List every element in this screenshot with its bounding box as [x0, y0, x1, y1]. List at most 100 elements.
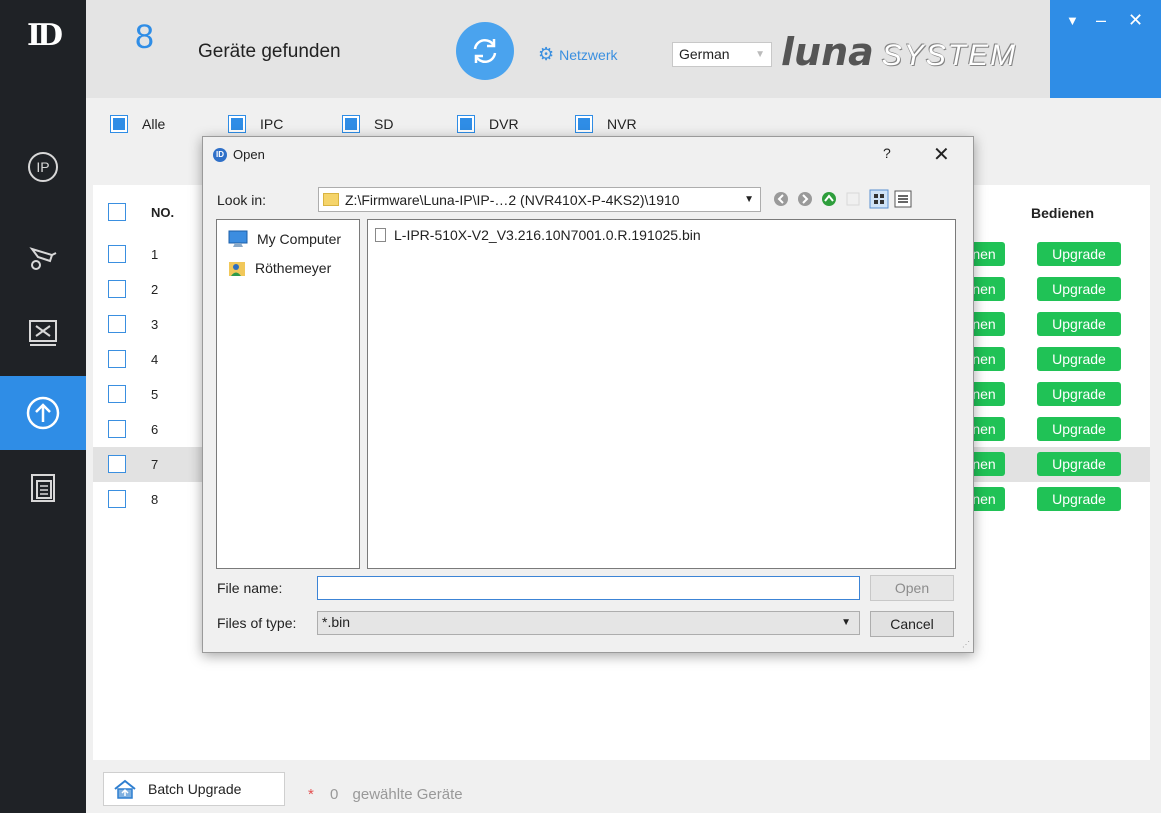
row-checkbox[interactable] — [108, 420, 126, 438]
filter-sd[interactable]: SD — [342, 115, 393, 133]
help-button[interactable]: ? — [883, 145, 891, 161]
filter-ipc[interactable]: IPC — [228, 115, 283, 133]
network-button[interactable]: ⚙ Netzwerk — [538, 44, 618, 65]
upgrade-button[interactable]: Upgrade — [1037, 487, 1121, 511]
row-checkbox[interactable] — [108, 455, 126, 473]
menu-dropdown-icon[interactable]: ▼ — [1066, 13, 1079, 28]
file-name-input[interactable] — [317, 576, 860, 600]
look-in-select[interactable]: Z:\Firmware\Luna-IP\IP-…2 (NVR410X-P-4KS… — [318, 187, 761, 212]
file-item[interactable]: L-IPR-510X-V2_V3.216.10N7001.0.R.191025.… — [375, 227, 701, 243]
back-icon[interactable] — [773, 191, 789, 207]
open-button[interactable]: Open — [870, 575, 954, 601]
sidebar-item-ip[interactable]: IP — [0, 130, 86, 204]
upgrade-button[interactable]: Upgrade — [1037, 452, 1121, 476]
places-panel: My Computer Röthemeyer — [216, 219, 360, 569]
row-number: 5 — [151, 387, 159, 402]
minimize-icon[interactable]: – — [1096, 10, 1106, 31]
checkbox-dvr[interactable] — [457, 115, 475, 133]
filter-label: NVR — [607, 116, 637, 132]
select-all-checkbox[interactable] — [108, 203, 126, 221]
upgrade-button[interactable]: Upgrade — [1037, 312, 1121, 336]
upgrade-icon — [26, 396, 60, 430]
refresh-icon — [473, 39, 497, 63]
files-of-type-value: *.bin — [322, 614, 351, 630]
filter-label: DVR — [489, 116, 519, 132]
computer-icon — [228, 230, 248, 247]
list-view-icon[interactable] — [869, 189, 889, 209]
checkbox-alle[interactable] — [110, 115, 128, 133]
parent-folder-icon[interactable] — [821, 191, 837, 207]
row-number: 1 — [151, 247, 159, 262]
row-checkbox[interactable] — [108, 385, 126, 403]
filter-alle[interactable]: Alle — [110, 115, 165, 133]
upgrade-button[interactable]: Upgrade — [1037, 347, 1121, 371]
refresh-button[interactable] — [456, 22, 514, 80]
required-star: * — [308, 786, 314, 803]
detail-view-icon[interactable] — [893, 189, 913, 209]
language-select[interactable]: German ▼ — [672, 42, 772, 67]
sidebar-item-camera[interactable] — [0, 219, 86, 293]
filter-label: SD — [374, 116, 394, 132]
cancel-button[interactable]: Cancel — [870, 611, 954, 637]
place-my-computer[interactable]: My Computer — [227, 230, 341, 248]
row-number: 8 — [151, 492, 159, 507]
selected-label: gewählte Geräte — [352, 786, 463, 803]
sidebar: ID IP — [0, 0, 86, 813]
header: 8 Geräte gefunden ⚙ Netzwerk German ▼ lu… — [86, 0, 1161, 98]
resize-grip[interactable]: ⋰ — [962, 640, 970, 649]
batch-upgrade-button[interactable]: Batch Upgrade — [103, 772, 285, 806]
checkbox-sd[interactable] — [342, 115, 360, 133]
row-number: 2 — [151, 282, 159, 297]
ip-icon: IP — [28, 152, 58, 182]
bottom-bar: Batch Upgrade * 0 gewählte Geräte — [86, 760, 1161, 813]
upgrade-button[interactable]: Upgrade — [1037, 382, 1121, 406]
new-folder-icon[interactable] — [845, 191, 861, 207]
filter-label: IPC — [260, 116, 284, 132]
chevron-down-icon: ▼ — [755, 49, 765, 60]
chevron-down-icon: ▼ — [841, 617, 851, 628]
look-in-path: Z:\Firmware\Luna-IP\IP-…2 (NVR410X-P-4KS… — [345, 191, 680, 208]
user-folder-icon — [229, 262, 245, 276]
close-window-icon[interactable]: ✕ — [1128, 10, 1143, 31]
sidebar-item-tools[interactable] — [0, 296, 86, 370]
sidebar-item-upgrade[interactable] — [0, 376, 86, 450]
brand-system: SYSTEM — [881, 39, 1018, 72]
upgrade-button[interactable]: Upgrade — [1037, 417, 1121, 441]
forward-icon[interactable] — [797, 191, 813, 207]
upgrade-button[interactable]: Upgrade — [1037, 277, 1121, 301]
row-checkbox[interactable] — [108, 315, 126, 333]
file-item-name: L-IPR-510X-V2_V3.216.10N7001.0.R.191025.… — [394, 227, 701, 243]
home-upgrade-icon — [114, 779, 136, 799]
filter-label: Alle — [142, 116, 166, 132]
file-name-label: File name: — [217, 580, 283, 596]
app-icon: ID — [213, 147, 227, 162]
upgrade-button[interactable]: Upgrade — [1037, 242, 1121, 266]
row-checkbox[interactable] — [108, 245, 126, 263]
filter-dvr[interactable]: DVR — [457, 115, 519, 133]
checkbox-ipc[interactable] — [228, 115, 246, 133]
window-controls: ▼ – ✕ — [1050, 0, 1161, 98]
row-checkbox[interactable] — [108, 350, 126, 368]
svg-text:IP: IP — [36, 159, 49, 175]
row-number: 3 — [151, 317, 159, 332]
close-dialog-button[interactable]: ✕ — [933, 142, 950, 167]
filter-nvr[interactable]: NVR — [575, 115, 637, 133]
language-value: German — [679, 46, 730, 62]
checkbox-nvr[interactable] — [575, 115, 593, 133]
files-of-type-select[interactable]: *.bin ▼ — [317, 611, 860, 635]
open-file-dialog: ID Open ? ✕ Look in: Z:\Firmware\Luna-IP… — [202, 136, 974, 653]
row-number: 7 — [151, 457, 159, 472]
sidebar-item-documents[interactable] — [0, 451, 86, 525]
place-user[interactable]: Röthemeyer — [227, 258, 331, 278]
column-no: NO. — [151, 205, 175, 220]
camera-settings-icon — [29, 247, 57, 270]
batch-upgrade-label: Batch Upgrade — [148, 781, 242, 797]
row-checkbox[interactable] — [108, 280, 126, 298]
chevron-down-icon: ▼ — [744, 194, 754, 205]
file-icon — [375, 228, 386, 242]
row-checkbox[interactable] — [108, 490, 126, 508]
app-logo: ID — [26, 18, 63, 53]
gear-icon: ⚙ — [538, 44, 555, 64]
file-list: L-IPR-510X-V2_V3.216.10N7001.0.R.191025.… — [367, 219, 956, 569]
brand-luna: luna — [781, 30, 874, 74]
